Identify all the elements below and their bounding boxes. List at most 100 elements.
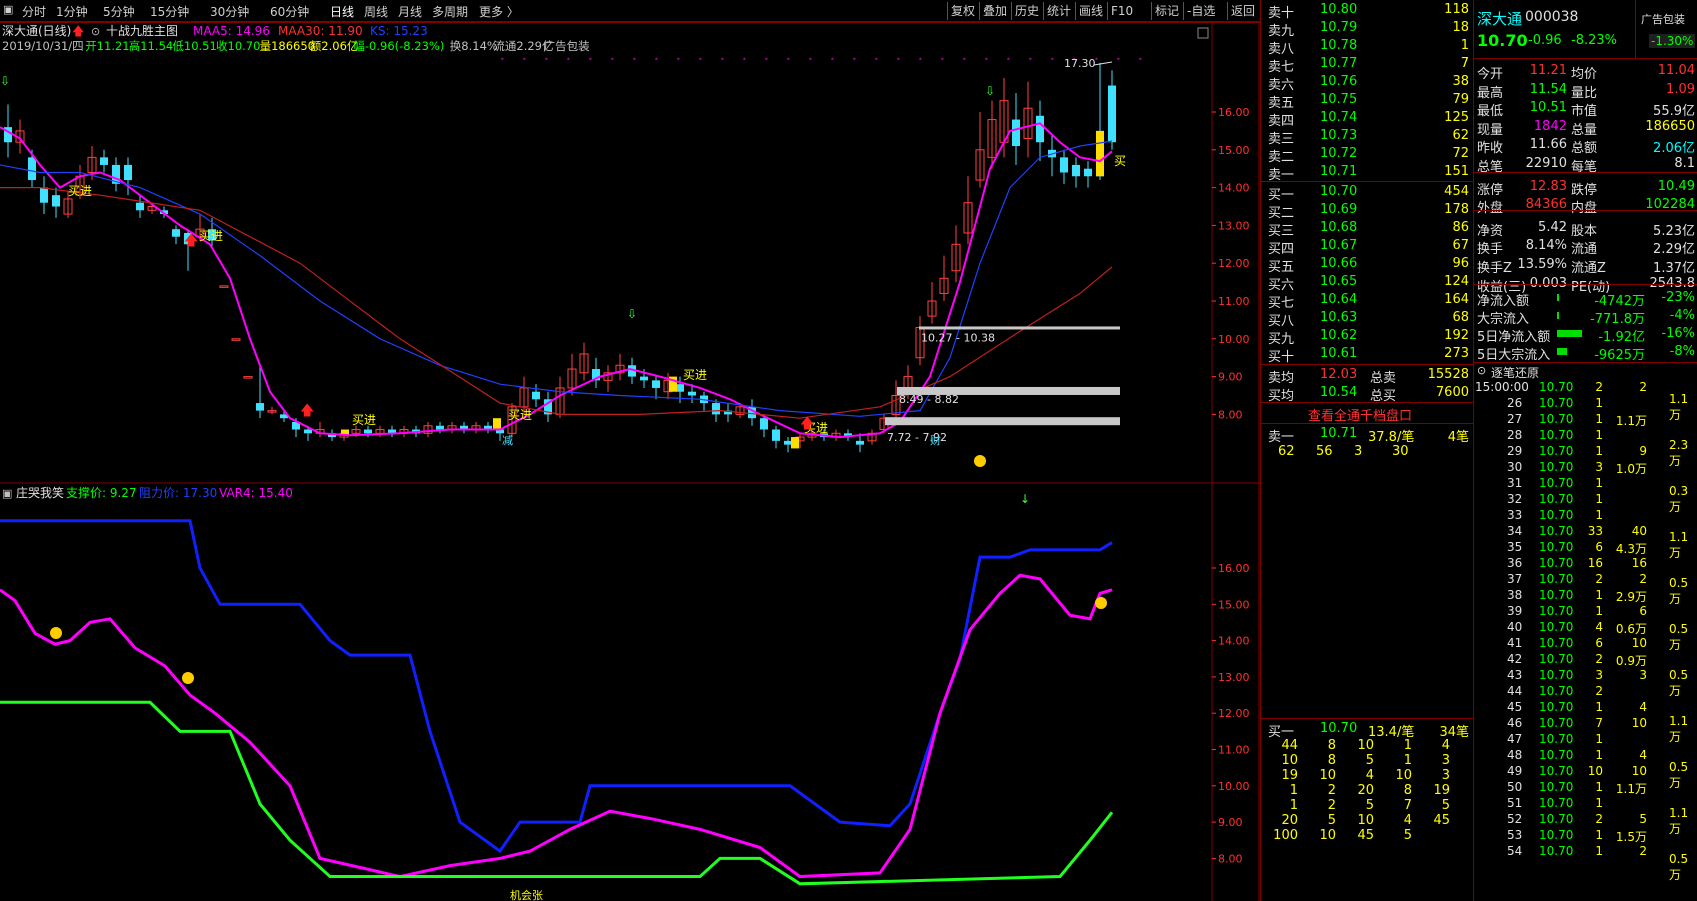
toolbar-button[interactable]: -自选 (1183, 2, 1218, 20)
bid-row[interactable]: 买五 10.66 96 (1260, 255, 1473, 275)
ask-row[interactable]: 卖八 10.78 1 (1260, 37, 1473, 57)
bid-volume: 178 (1444, 202, 1469, 217)
info-field: 广告包装 (544, 39, 590, 53)
tick-price: 10.70 (1539, 524, 1574, 538)
ask-row[interactable]: 卖四 10.74 125 (1260, 109, 1473, 129)
tick-volume: 16 (1631, 556, 1647, 570)
tick-row: 49 10.70 10 10 (1473, 764, 1697, 780)
ask-volume: 62 (1452, 128, 1469, 143)
tick-volume: 1 (1595, 732, 1603, 746)
toolbar-button[interactable]: F10 (1107, 2, 1136, 20)
highlight-candle (493, 418, 501, 430)
toolbar-button[interactable]: 统计 (1043, 2, 1074, 20)
tick-volume: 1.1万 (1669, 392, 1689, 422)
ask-row[interactable]: 卖三 10.73 62 (1260, 127, 1473, 147)
period-tab[interactable]: 30分钟 (210, 3, 249, 20)
candle-body (100, 157, 108, 165)
chart-area[interactable]: 深大通(日线) 🡅 ⊙ 十战九胜主图 MAA5: 14.96 MAA30: 11.90 KS… (0, 0, 1260, 901)
quote-value: 22910 (1525, 156, 1567, 171)
y-tick-label: 12.00 (1218, 257, 1250, 270)
view-all-depth-button[interactable]: 查看全通千档盘口 (1308, 405, 1412, 424)
tick-collapse-icon[interactable]: ⊙ (1477, 364, 1486, 377)
flow-bar (1557, 312, 1559, 319)
tick-row: 30 10.70 3 1.0万 (1473, 460, 1697, 476)
divider (0, 22, 1260, 23)
bid-row[interactable]: 买二 10.69 178 (1260, 201, 1473, 221)
y-tick-label: 8.00 (1218, 408, 1243, 421)
bid-row[interactable]: 买三 10.68 86 (1260, 219, 1473, 239)
ask-row[interactable]: 卖九 10.79 18 (1260, 19, 1473, 39)
period-tab[interactable]: 月线 (398, 3, 422, 20)
candle-body (304, 429, 312, 434)
bid-row[interactable]: 买六 10.65 124 (1260, 273, 1473, 293)
bid-row[interactable]: 买九 10.62 192 (1260, 327, 1473, 347)
quote-label: 净资 (1477, 223, 1504, 239)
period-tab[interactable]: 15分钟 (150, 3, 189, 20)
quote-value: 11.04 (1657, 63, 1695, 78)
bid-row[interactable]: 买一 10.70 454 (1260, 183, 1473, 203)
quote-label: 现量 (1477, 122, 1504, 138)
ask-row[interactable]: 卖十 10.80 118 (1260, 1, 1473, 21)
candle-body (1036, 115, 1044, 143)
candle-body (652, 380, 660, 388)
info-field: 开11.21 (85, 39, 129, 53)
queue-order: 20 (1281, 813, 1298, 828)
bid-row[interactable]: 买七 10.64 164 (1260, 291, 1473, 311)
sub-indicator-label: VAR4: 15.40 (219, 486, 293, 500)
tick-volume: 2 (1595, 684, 1603, 698)
tick-row: 52 10.70 2 5 (1473, 812, 1697, 828)
support-zone (885, 417, 1120, 426)
sub-indicator-label: 阻力价: 17.30 (139, 486, 217, 500)
ask-row[interactable]: 卖七 10.77 7 (1260, 55, 1473, 75)
period-tab[interactable]: 日线 (330, 3, 354, 20)
tick-price: 10.70 (1539, 460, 1574, 474)
toolbar-button[interactable]: 返回 (1227, 2, 1258, 20)
candle-body (28, 157, 36, 181)
separator (1260, 423, 1473, 424)
toolbar-button[interactable]: 标记 (1151, 2, 1182, 20)
dot-marker: • (808, 55, 813, 64)
tick-volume: 1.1万 (1669, 714, 1689, 744)
tick-price: 10.70 (1539, 700, 1574, 714)
quote-label: 换手 (1477, 242, 1504, 258)
ma30-line (0, 187, 1113, 419)
toolbar-button[interactable]: 复权 (947, 2, 978, 20)
period-tab[interactable]: 1分钟 (56, 3, 88, 20)
happy-face-icon (974, 455, 986, 467)
menu-icon[interactable]: ▣ (3, 3, 13, 16)
toolbar-button[interactable]: 画线 (1075, 2, 1106, 20)
tick-row: 37 10.70 2 2 (1473, 572, 1697, 588)
tick-volume: 1.1万 (1615, 414, 1647, 428)
period-tab[interactable]: 多周期 (432, 3, 468, 20)
quote-label: 总量 (1571, 122, 1598, 138)
bid-row[interactable]: 买四 10.67 67 (1260, 237, 1473, 257)
bid-price: 10.61 (1320, 346, 1358, 361)
ask-row[interactable]: 卖六 10.76 38 (1260, 73, 1473, 93)
period-tab[interactable]: 周线 (364, 3, 388, 20)
candle-body (436, 425, 444, 430)
period-tab[interactable]: 分时 (22, 3, 46, 20)
period-tab[interactable]: 更多 〉 (479, 3, 519, 20)
tick-price: 10.70 (1539, 684, 1574, 698)
ask-row[interactable]: 卖五 10.75 79 (1260, 91, 1473, 111)
toolbar-button[interactable]: 历史 (1011, 2, 1042, 20)
tick-price: 10.70 (1539, 812, 1574, 826)
bid-row[interactable]: 买十 10.61 273 (1260, 345, 1473, 365)
ask-row[interactable]: 卖二 10.72 72 (1260, 145, 1473, 165)
period-tab[interactable]: 60分钟 (270, 3, 309, 20)
collapse-icon[interactable] (1197, 27, 1209, 39)
ask-row[interactable]: 卖一 10.71 151 (1260, 163, 1473, 183)
period-tab[interactable]: 5分钟 (103, 3, 135, 20)
tick-time: 50 (1507, 780, 1523, 794)
buy-signal-label: 买进 (683, 368, 707, 382)
tick-volume: 6 (1595, 636, 1603, 650)
tick-row: 39 10.70 1 6 (1473, 604, 1697, 620)
bid-row[interactable]: 买八 10.63 68 (1260, 309, 1473, 329)
ask-volume: 18 (1452, 20, 1469, 35)
candle-body (676, 384, 684, 392)
separator (1260, 402, 1473, 403)
tick-time: 39 (1507, 604, 1523, 618)
queue-order: 5 (1365, 798, 1374, 813)
toolbar-button[interactable]: 叠加 (979, 2, 1010, 20)
quote-row: 涨停 12.83 跌停 10.49 (1473, 178, 1697, 198)
